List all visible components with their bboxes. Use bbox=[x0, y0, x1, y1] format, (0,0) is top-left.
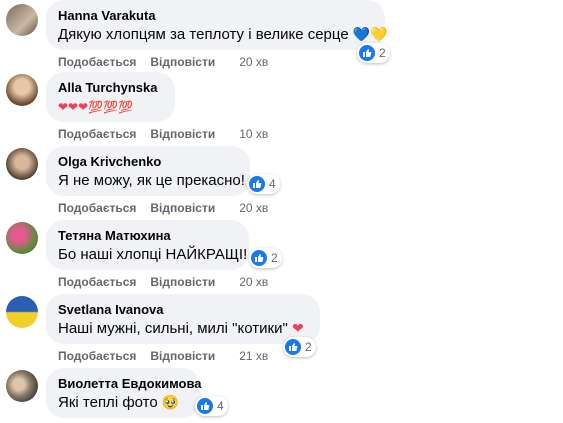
comment-text: Які теплі фото 🥹 bbox=[58, 393, 188, 413]
comment-bubble: Hanna Varakuta Дякую хлопцям за теплоту … bbox=[46, 0, 388, 50]
comment-emoji: ❤❤❤💯💯💯 bbox=[58, 100, 133, 114]
reaction-count[interactable]: 2 bbox=[357, 43, 390, 63]
reply-link[interactable]: Відповісти bbox=[150, 201, 215, 215]
reaction-count-value: 4 bbox=[269, 177, 276, 191]
like-link[interactable]: Подобається bbox=[58, 275, 136, 289]
comment-author[interactable]: Hanna Varakuta bbox=[58, 8, 373, 24]
comment-time[interactable]: 21 хв bbox=[239, 349, 268, 363]
comment-text: Бо наші хлопці НАЙКРАЩІ! bbox=[58, 245, 247, 265]
avatar[interactable] bbox=[6, 4, 38, 36]
avatar[interactable] bbox=[6, 74, 38, 106]
comment-text: Наші мужні, сильні, милі "котики" ❤ bbox=[58, 319, 308, 339]
reaction-count-value: 2 bbox=[305, 340, 312, 354]
like-reaction-icon bbox=[197, 398, 213, 414]
comment-text: Дякую хлопцям за теплоту і велике серце … bbox=[58, 25, 388, 45]
comment-time[interactable]: 10 хв bbox=[239, 127, 268, 141]
avatar[interactable] bbox=[6, 148, 38, 180]
like-link[interactable]: Подобається bbox=[58, 349, 136, 363]
comment-bubble: Alla Turchynska ❤❤❤💯💯💯 bbox=[46, 72, 175, 122]
comment-author[interactable]: Alla Turchynska bbox=[58, 80, 163, 96]
reaction-count[interactable]: 4 bbox=[247, 174, 280, 194]
comment-text-body: Наші мужні, сильні, милі "котики" bbox=[58, 320, 288, 337]
comment-emoji: 🥹 bbox=[161, 395, 180, 411]
like-link[interactable]: Подобається bbox=[58, 201, 136, 215]
like-reaction-icon bbox=[249, 176, 265, 192]
comment-bubble: Olga Krivchenko Я не можу, як це прекасн… bbox=[46, 146, 250, 196]
comment-text: ❤❤❤💯💯💯 bbox=[58, 97, 163, 117]
comment-author[interactable]: Тетяна Матюхина bbox=[58, 228, 237, 244]
like-link[interactable]: Подобається bbox=[58, 55, 136, 69]
reaction-count[interactable]: 2 bbox=[249, 248, 282, 268]
comment-time[interactable]: 20 хв bbox=[239, 275, 268, 289]
comment-actions: Подобається Відповісти 10 хв bbox=[58, 126, 268, 142]
comment-text-body: Які теплі фото bbox=[58, 394, 158, 411]
reply-link[interactable]: Відповісти bbox=[150, 275, 215, 289]
comment-author[interactable]: Svetlana Ivanova bbox=[58, 302, 308, 318]
comment-time[interactable]: 20 хв bbox=[239, 201, 268, 215]
comment-actions: Подобається Відповісти 20 хв bbox=[58, 274, 268, 290]
reply-link[interactable]: Відповісти bbox=[150, 127, 215, 141]
like-reaction-icon bbox=[359, 45, 375, 61]
comment-emoji: ❤ bbox=[291, 321, 304, 337]
comment-author[interactable]: Olga Krivchenko bbox=[58, 154, 238, 170]
comment-text-body: Я не можу, як це прекасно! bbox=[58, 172, 245, 189]
reaction-count[interactable]: 2 bbox=[283, 337, 316, 357]
reaction-count-value: 2 bbox=[379, 46, 386, 60]
comment-text: Я не можу, як це прекасно! bbox=[58, 171, 245, 191]
reply-link[interactable]: Відповісти bbox=[150, 349, 215, 363]
comment-text-body: Дякую хлопцям за теплоту і велике серце bbox=[58, 26, 349, 43]
reply-link[interactable]: Відповісти bbox=[150, 55, 215, 69]
comment-emoji: 💙💛 bbox=[352, 27, 388, 43]
comment-bubble: Виолетта Евдокимова Які теплі фото 🥹 bbox=[46, 368, 202, 418]
avatar[interactable] bbox=[6, 296, 38, 328]
comment-actions: Подобається Відповісти 21 хв bbox=[58, 348, 268, 364]
comment-actions: Подобається Відповісти 20 хв bbox=[58, 200, 268, 216]
comment-actions: Подобається Відповісти 20 хв bbox=[58, 54, 268, 70]
like-reaction-icon bbox=[285, 339, 301, 355]
comment-text-body: Бо наші хлопці НАЙКРАЩІ! bbox=[58, 246, 248, 263]
reaction-count-value: 4 bbox=[217, 399, 224, 413]
like-link[interactable]: Подобається bbox=[58, 127, 136, 141]
avatar[interactable] bbox=[6, 370, 38, 402]
avatar[interactable] bbox=[6, 222, 38, 254]
like-reaction-icon bbox=[251, 250, 267, 266]
comment-author[interactable]: Виолетта Евдокимова bbox=[58, 376, 202, 392]
comment-time[interactable]: 20 хв bbox=[239, 55, 268, 69]
comment-bubble: Svetlana Ivanova Наші мужні, сильні, мил… bbox=[46, 294, 320, 344]
reaction-count-value: 2 bbox=[271, 251, 278, 265]
comment-bubble: Тетяна Матюхина Бо наші хлопці НАЙКРАЩІ! bbox=[46, 220, 249, 270]
reaction-count[interactable]: 4 bbox=[195, 396, 228, 416]
